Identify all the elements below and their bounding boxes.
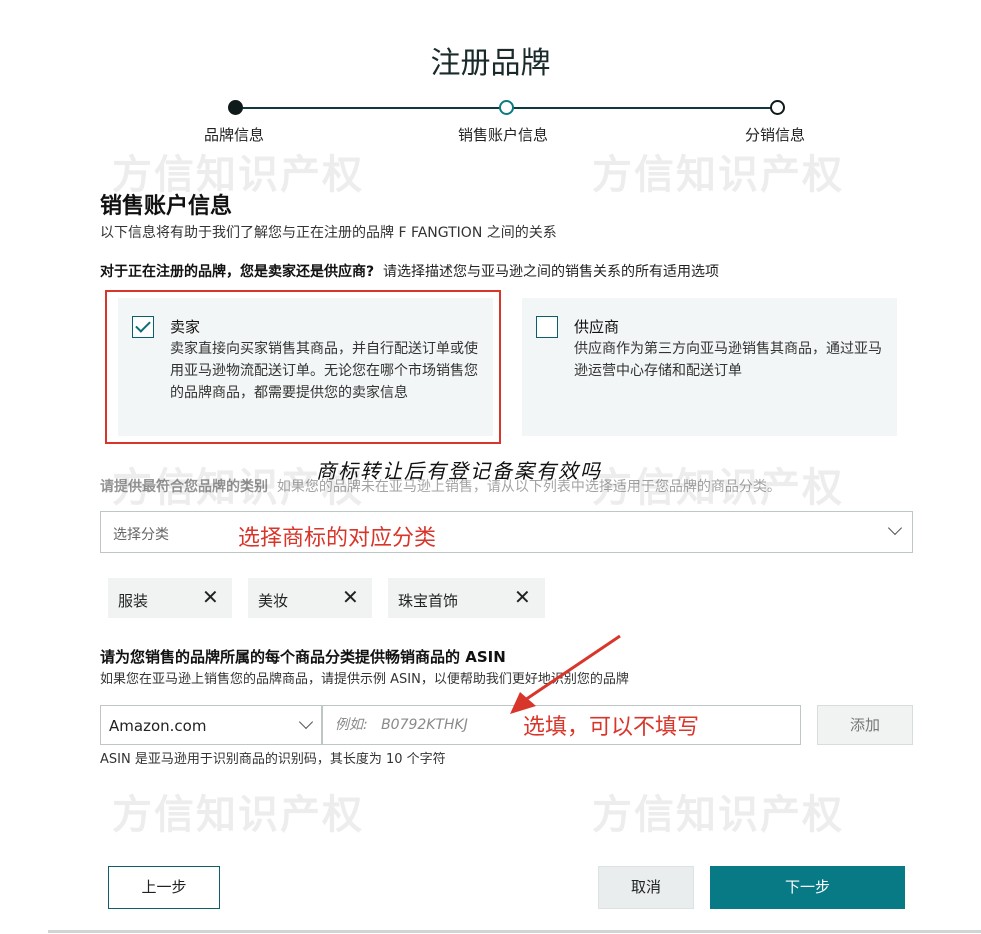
category-select[interactable]: 选择分类 <box>100 511 913 553</box>
watermark: 方信知识产权 <box>592 152 844 198</box>
bottom-divider <box>48 930 981 933</box>
section-title: 销售账户信息 <box>100 194 233 219</box>
close-icon[interactable]: ✕ <box>514 585 531 609</box>
watermark: 方信知识产权 <box>112 792 364 838</box>
cancel-button[interactable]: 取消 <box>598 866 694 909</box>
step-dot-distribution <box>770 100 785 115</box>
marketplace-value: Amazon.com <box>109 717 207 735</box>
category-tag: 美妆 ✕ <box>248 578 372 618</box>
watermark: 方信知识产权 <box>592 792 844 838</box>
section-subtitle: 以下信息将有助于我们了解您与正在注册的品牌 F FANGTION 之间的关系 <box>100 225 557 241</box>
chevron-down-icon <box>887 520 903 536</box>
option-desc-seller: 卖家直接向买家销售其商品，并自行配送订单或使用亚马逊物流配送订单。无论您在哪个市… <box>170 341 478 401</box>
category-question-label: 请提供最符合您品牌的类别 <box>100 479 268 495</box>
vendor-checkbox[interactable] <box>536 316 558 338</box>
category-annotation: 选择商标的对应分类 <box>238 526 437 551</box>
step-dot-sales-account <box>499 100 514 115</box>
page-title: 注册品牌 <box>430 46 551 81</box>
close-icon[interactable]: ✕ <box>202 585 219 609</box>
option-card-seller[interactable]: 卖家 卖家直接向买家销售其商品，并自行配送订单或使用亚马逊物流配送订单。无论您在… <box>118 298 493 436</box>
option-card-vendor[interactable]: 供应商 供应商作为第三方向亚马逊销售其商品，通过亚马逊运营中心存储和配送订单 <box>522 298 897 436</box>
close-icon[interactable]: ✕ <box>342 585 359 609</box>
add-asin-button[interactable]: 添加 <box>817 705 913 745</box>
category-tag: 服装 ✕ <box>108 578 232 618</box>
category-tag: 珠宝首饰 ✕ <box>388 578 545 618</box>
handwritten-annotation: 商标转让后有登记备案有效吗 <box>316 459 602 483</box>
category-tag-label: 美妆 <box>258 592 289 610</box>
option-name-vendor: 供应商 <box>574 318 620 336</box>
step-label-sales-account: 销售账户信息 <box>458 126 549 144</box>
category-tag-label: 珠宝首饰 <box>398 592 459 610</box>
seller-checkbox[interactable] <box>132 316 154 338</box>
step-dot-brand-info <box>228 100 243 115</box>
relationship-question-hint: 请选择描述您与亚马逊之间的销售关系的所有适用选项 <box>383 264 720 280</box>
option-desc-vendor: 供应商作为第三方向亚马逊销售其商品，通过亚马逊运营中心存储和配送订单 <box>574 341 882 379</box>
previous-button[interactable]: 上一步 <box>108 866 220 909</box>
asin-title: 请为您销售的品牌所属的每个商品分类提供畅销商品的 ASIN <box>100 648 506 666</box>
relationship-question: 对于正在注册的品牌，您是卖家还是供应商? 请选择描述您与亚马逊之间的销售关系的所… <box>100 261 719 281</box>
category-select-placeholder: 选择分类 <box>113 527 169 543</box>
marketplace-select[interactable]: Amazon.com <box>100 705 322 745</box>
category-tag-label: 服装 <box>118 592 149 610</box>
relationship-question-label: 对于正在注册的品牌，您是卖家还是供应商? <box>100 264 375 280</box>
chevron-down-icon <box>298 714 314 730</box>
annotation-arrow <box>510 634 621 714</box>
option-name-seller: 卖家 <box>170 318 201 336</box>
asin-hint: ASIN 是亚马逊用于识别商品的识别码，其长度为 10 个字符 <box>100 752 446 767</box>
next-button[interactable]: 下一步 <box>710 866 905 909</box>
